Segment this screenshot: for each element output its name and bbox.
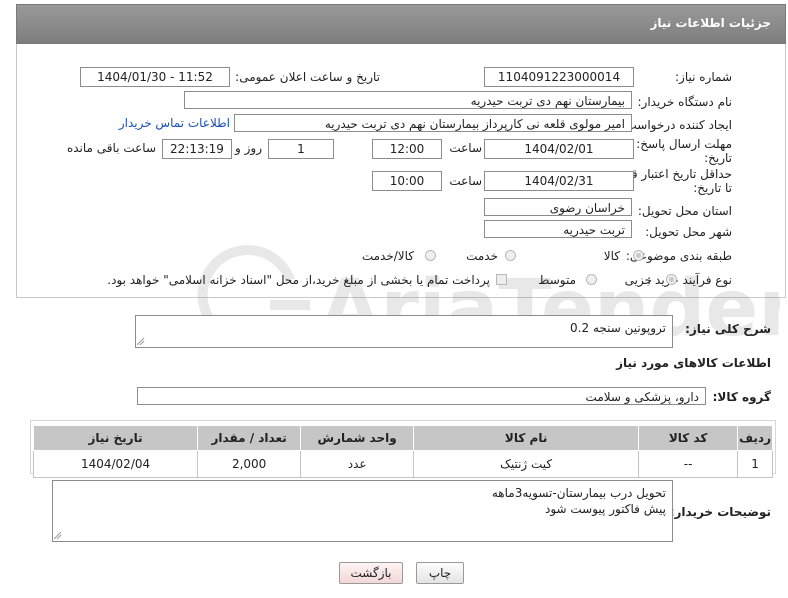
process-option-medium: متوسط xyxy=(538,273,576,287)
description-label: شرح کلی نیاز: xyxy=(685,322,771,336)
table-header-row: ردیف کد کالا نام کالا واحد شمارش تعداد /… xyxy=(32,425,773,451)
panel-title: جزئیات اطلاعات نیاز xyxy=(650,16,771,30)
validity-time-field: 10:00 xyxy=(372,171,442,191)
deadline-time-field: 12:00 xyxy=(372,139,442,159)
days-field: 1 xyxy=(268,139,334,159)
category-option-service: خدمت xyxy=(466,249,498,263)
remaining-time-field: 22:13:19 xyxy=(162,139,232,159)
category-radio-both[interactable] xyxy=(425,250,436,261)
buyer-org-label: نام دستگاه خریدار: xyxy=(637,95,733,109)
days-label: روز و xyxy=(235,141,262,155)
province-label: استان محل تحویل: xyxy=(637,204,732,218)
col-qty-header: تعداد / مقدار xyxy=(197,425,302,451)
cell-row: 1 xyxy=(737,450,773,478)
description-field: تروپونین سنجه 0.2 xyxy=(135,315,673,348)
print-button[interactable]: چاپ xyxy=(416,562,464,584)
announce-date-label: تاریخ و ساعت اعلان عمومی: xyxy=(235,70,380,84)
resize-grip-icon[interactable] xyxy=(54,532,62,540)
col-unit-header: واحد شمارش xyxy=(300,425,415,451)
process-radio-medium[interactable] xyxy=(586,274,597,285)
deadline-date-field: 1404/02/01 xyxy=(484,139,634,159)
remaining-label: ساعت باقی مانده xyxy=(66,141,156,155)
need-number-label: شماره نیاز: xyxy=(675,70,732,84)
buyer-notes-label: توضیحات خریدار: xyxy=(669,505,771,519)
col-date-header: تاریخ نیاز xyxy=(32,425,199,451)
buyer-notes-field: تحویل درب بیمارستان-تسویه3ماهه پیش فاکتو… xyxy=(52,480,673,542)
back-button[interactable]: بازگشت xyxy=(339,562,403,584)
cell-name: کیت ژنتیک xyxy=(413,450,640,478)
creator-field: امیر مولوی قلعه نی کارپرداز بیمارستان نه… xyxy=(234,114,632,132)
cell-qty: 2,000 xyxy=(197,450,302,478)
city-field: تربت حیدریه xyxy=(484,220,632,238)
cell-code: -- xyxy=(638,450,739,478)
goods-section-title: اطلاعات کالاهای مورد نیاز xyxy=(616,356,771,370)
cell-date: 1404/02/04 xyxy=(32,450,199,478)
validity-time-label: ساعت xyxy=(449,174,482,188)
category-radio-goods[interactable] xyxy=(633,250,644,261)
category-radio-service[interactable] xyxy=(505,250,516,261)
buyer-org-field: بیمارستان نهم دی تربت حیدریه xyxy=(184,91,632,109)
category-option-both: کالا/خدمت xyxy=(361,249,414,263)
treasury-checkbox[interactable] xyxy=(496,274,507,285)
col-code-header: کد کالا xyxy=(638,425,739,451)
panel-header: جزئیات اطلاعات نیاز xyxy=(16,4,786,44)
category-option-goods: کالا xyxy=(603,249,620,263)
goods-group-label: گروه کالا: xyxy=(712,390,771,404)
col-name-header: نام کالا xyxy=(413,425,640,451)
resize-grip-icon[interactable] xyxy=(137,338,145,346)
process-radio-minor[interactable] xyxy=(666,274,677,285)
deadline-label-line2: تاریخ: xyxy=(704,151,732,165)
city-label: شهر محل تحویل: xyxy=(645,225,732,239)
payment-note: پرداخت تمام یا بخشی از مبلغ خرید،از محل … xyxy=(107,273,490,287)
validity-label-line2: تا تاریخ: xyxy=(693,181,732,195)
cell-unit: عدد xyxy=(300,450,415,478)
process-label: نوع فرآیند خرید : xyxy=(647,273,732,287)
process-option-minor: جزیی xyxy=(624,273,652,287)
deadline-time-label: ساعت xyxy=(449,141,482,155)
province-field: خراسان رضوی xyxy=(484,198,632,216)
items-table: ردیف کد کالا نام کالا واحد شمارش تعداد /… xyxy=(32,425,773,478)
need-number-field: 1104091223000014 xyxy=(484,67,634,87)
creator-label: ایجاد کننده درخواست: xyxy=(621,118,732,132)
table-row: 1 -- کیت ژنتیک عدد 2,000 1404/02/04 xyxy=(32,450,773,478)
announce-date-field: 1404/01/30 - 11:52 xyxy=(80,67,230,87)
validity-date-field: 1404/02/31 xyxy=(484,171,634,191)
buyer-contact-link[interactable]: اطلاعات تماس خریدار xyxy=(119,116,230,130)
goods-group-field: دارو، پزشکی و سلامت xyxy=(137,387,706,405)
deadline-label-line1: مهلت ارسال پاسخ: تا xyxy=(625,137,732,151)
col-row-header: ردیف xyxy=(737,425,773,451)
